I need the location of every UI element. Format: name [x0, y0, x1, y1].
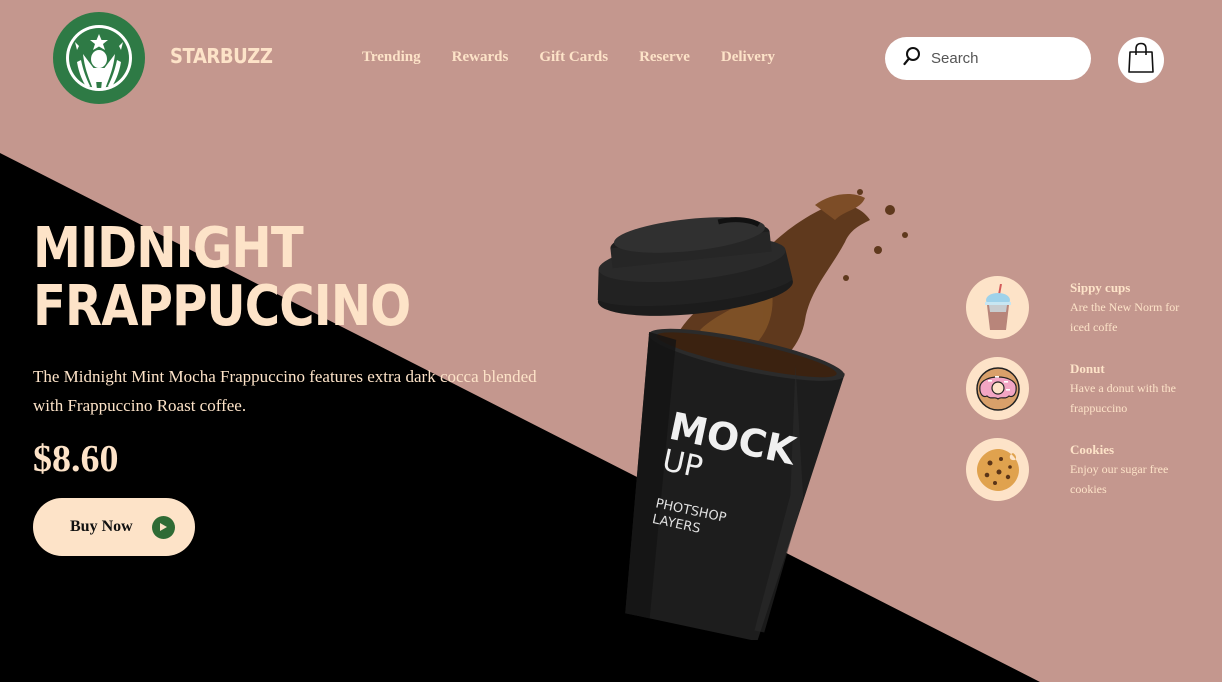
side-item-title: Donut — [1070, 361, 1105, 376]
play-icon — [151, 515, 175, 539]
product-title: MIDNIGHT FRAPPUCCINO — [33, 216, 411, 339]
search-icon[interactable] — [903, 46, 921, 71]
product-title-line1: MIDNIGHT — [33, 216, 304, 281]
sippy-cup-icon[interactable] — [966, 276, 1029, 339]
search-input[interactable] — [929, 49, 1083, 68]
side-item-text: Have a donut with the frappuccino — [1070, 381, 1176, 415]
starbucks-logo-icon[interactable] — [53, 12, 145, 104]
brand-name: STARBUZZ — [170, 44, 273, 68]
side-item-sippy-cups: Sippy cups Are the New Norm for iced cof… — [966, 276, 1216, 340]
product-title-line2: FRAPPUCCINO — [33, 274, 411, 339]
shopping-bag-icon — [1127, 42, 1155, 79]
side-item-text: Enjoy our sugar free cookies — [1070, 462, 1169, 496]
nav-item-gift-cards[interactable]: Gift Cards — [539, 49, 608, 66]
product-description: The Midnight Mint Mocha Frappuccino feat… — [33, 367, 537, 415]
nav-item-rewards[interactable]: Rewards — [452, 49, 509, 66]
buy-now-label: Buy Now — [70, 518, 133, 535]
nav-item-delivery[interactable]: Delivery — [721, 49, 775, 66]
product-price: $8.60 — [33, 438, 119, 480]
cookie-icon[interactable] — [966, 438, 1029, 501]
side-item-text: Are the New Norm for iced coffe — [1070, 300, 1180, 334]
side-item-cookies: Cookies Enjoy our sugar free cookies — [966, 438, 1216, 502]
buy-now-button[interactable]: Buy Now — [33, 498, 195, 556]
side-item-donut: Donut Have a donut with the frappuccino — [966, 357, 1216, 421]
side-item-title: Sippy cups — [1070, 280, 1131, 295]
cart-button[interactable] — [1118, 37, 1164, 83]
nav-item-trending[interactable]: Trending — [362, 49, 421, 66]
main-nav: Trending Rewards Gift Cards Reserve Deli… — [362, 49, 775, 66]
nav-item-reserve[interactable]: Reserve — [639, 49, 690, 66]
donut-icon[interactable] — [966, 357, 1029, 420]
search-box — [885, 37, 1091, 80]
side-item-title: Cookies — [1070, 442, 1115, 457]
coffee-cup-image: MOCK UP PHOTSHOP LAYERS — [560, 180, 940, 642]
